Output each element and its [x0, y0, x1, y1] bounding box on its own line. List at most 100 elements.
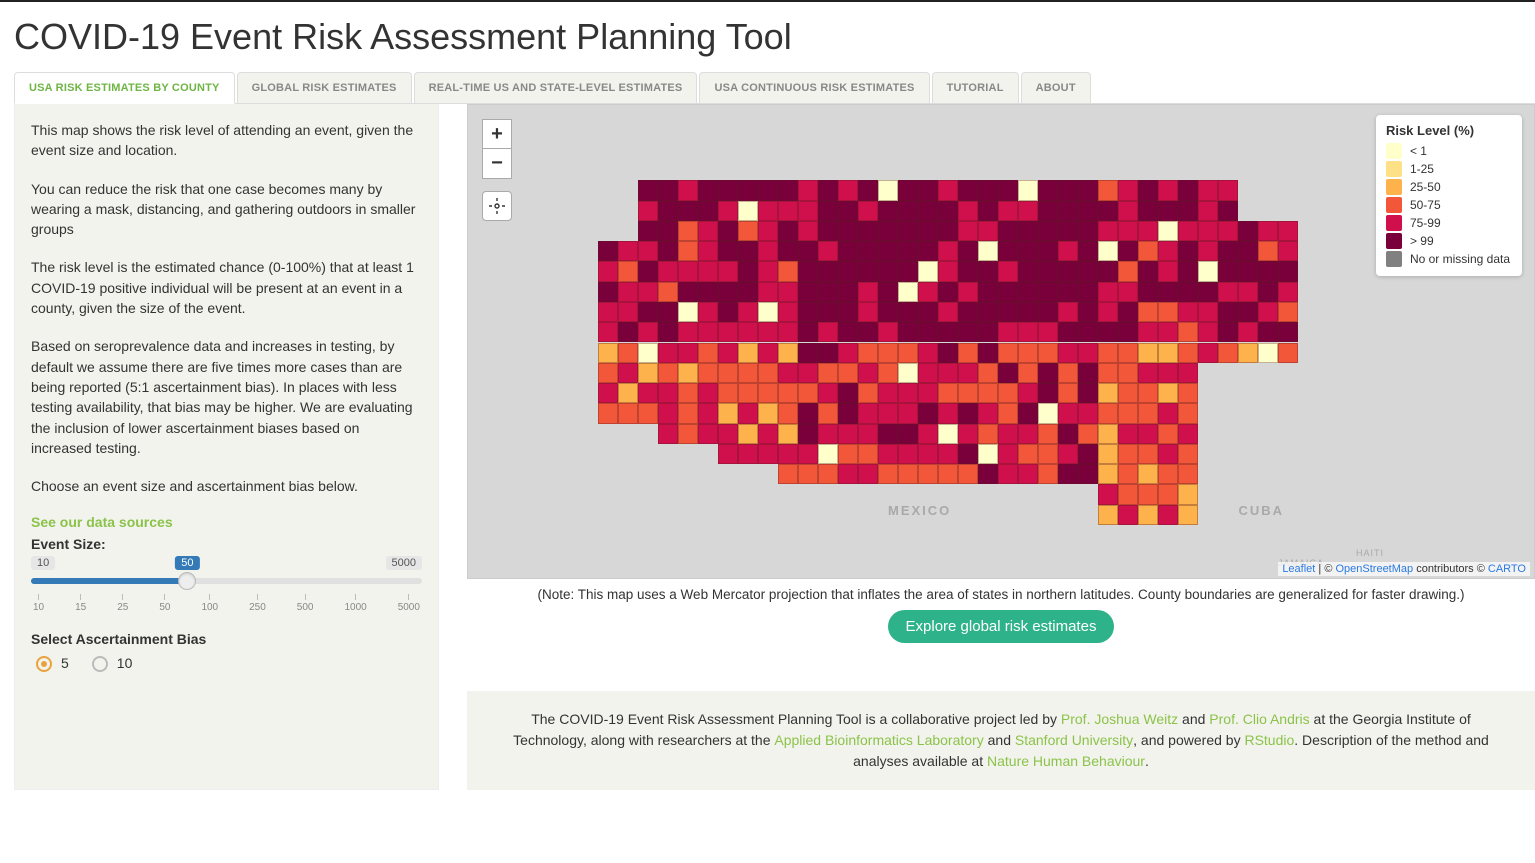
county-cell[interactable]: [978, 282, 998, 302]
county-cell[interactable]: [1218, 221, 1238, 241]
risk-map[interactable]: MEXICO CUBA JAMAICA HAITI + − Risk Level…: [467, 104, 1535, 579]
county-cell[interactable]: [898, 403, 918, 423]
county-cell[interactable]: [1198, 343, 1218, 363]
county-cell[interactable]: [1078, 180, 1098, 200]
county-cell[interactable]: [958, 464, 978, 484]
county-cell[interactable]: [878, 322, 898, 342]
county-cell[interactable]: [1138, 383, 1158, 403]
county-cell[interactable]: [618, 282, 638, 302]
county-cell[interactable]: [978, 343, 998, 363]
county-cell[interactable]: [938, 221, 958, 241]
county-cell[interactable]: [1078, 403, 1098, 423]
county-cell[interactable]: [1038, 180, 1058, 200]
county-cell[interactable]: [1098, 383, 1118, 403]
county-cell[interactable]: [818, 282, 838, 302]
county-cell[interactable]: [958, 261, 978, 281]
county-cell[interactable]: [918, 201, 938, 221]
county-cell[interactable]: [638, 180, 658, 200]
county-cell[interactable]: [1098, 343, 1118, 363]
county-cell[interactable]: [1078, 261, 1098, 281]
county-cell[interactable]: [1058, 201, 1078, 221]
county-cell[interactable]: [858, 424, 878, 444]
county-cell[interactable]: [778, 180, 798, 200]
county-cell[interactable]: [838, 282, 858, 302]
county-cell[interactable]: [1218, 261, 1238, 281]
county-cell[interactable]: [1158, 403, 1178, 423]
county-cell[interactable]: [1058, 261, 1078, 281]
county-cell[interactable]: [1038, 261, 1058, 281]
county-cell[interactable]: [998, 261, 1018, 281]
county-cell[interactable]: [1058, 343, 1078, 363]
county-cell[interactable]: [938, 282, 958, 302]
county-cell[interactable]: [1038, 383, 1058, 403]
county-cell[interactable]: [698, 302, 718, 322]
stanford-link[interactable]: Stanford University: [1015, 732, 1133, 748]
county-cell[interactable]: [1118, 282, 1138, 302]
slider-thumb[interactable]: [178, 572, 196, 590]
county-cell[interactable]: [1078, 464, 1098, 484]
county-cell[interactable]: [738, 383, 758, 403]
county-cell[interactable]: [738, 444, 758, 464]
county-cell[interactable]: [878, 363, 898, 383]
carto-link[interactable]: CARTO: [1488, 563, 1526, 575]
county-cell[interactable]: [1158, 484, 1178, 504]
county-cell[interactable]: [678, 282, 698, 302]
county-cell[interactable]: [938, 201, 958, 221]
county-cell[interactable]: [678, 221, 698, 241]
county-cell[interactable]: [978, 464, 998, 484]
county-cell[interactable]: [878, 424, 898, 444]
county-cell[interactable]: [678, 201, 698, 221]
county-cell[interactable]: [998, 464, 1018, 484]
county-cell[interactable]: [798, 201, 818, 221]
county-cell[interactable]: [1058, 302, 1078, 322]
county-cell[interactable]: [918, 383, 938, 403]
county-cell[interactable]: [858, 444, 878, 464]
county-cell[interactable]: [678, 403, 698, 423]
county-cell[interactable]: [878, 241, 898, 261]
county-cell[interactable]: [778, 261, 798, 281]
county-cell[interactable]: [1158, 322, 1178, 342]
county-cell[interactable]: [778, 383, 798, 403]
county-cell[interactable]: [1078, 221, 1098, 241]
county-cell[interactable]: [658, 322, 678, 342]
county-cell[interactable]: [998, 343, 1018, 363]
county-cell[interactable]: [878, 383, 898, 403]
county-cell[interactable]: [1258, 221, 1278, 241]
county-cell[interactable]: [998, 201, 1018, 221]
county-cell[interactable]: [918, 322, 938, 342]
county-cell[interactable]: [1158, 261, 1178, 281]
county-cell[interactable]: [1058, 241, 1078, 261]
county-cell[interactable]: [958, 282, 978, 302]
county-cell[interactable]: [678, 261, 698, 281]
county-cell[interactable]: [718, 221, 738, 241]
county-cell[interactable]: [758, 343, 778, 363]
county-cell[interactable]: [1098, 363, 1118, 383]
county-cell[interactable]: [1058, 282, 1078, 302]
tab-0[interactable]: USA RISK ESTIMATES BY COUNTY: [14, 72, 235, 104]
county-cell[interactable]: [658, 363, 678, 383]
county-cell[interactable]: [698, 221, 718, 241]
county-cell[interactable]: [858, 383, 878, 403]
county-cell[interactable]: [1138, 201, 1158, 221]
county-cell[interactable]: [818, 322, 838, 342]
county-cell[interactable]: [798, 180, 818, 200]
county-cell[interactable]: [798, 221, 818, 241]
county-cell[interactable]: [1178, 261, 1198, 281]
county-cell[interactable]: [718, 444, 738, 464]
county-cell[interactable]: [638, 302, 658, 322]
county-cell[interactable]: [878, 464, 898, 484]
county-cell[interactable]: [898, 261, 918, 281]
county-cell[interactable]: [1138, 180, 1158, 200]
county-cell[interactable]: [778, 444, 798, 464]
county-cell[interactable]: [838, 343, 858, 363]
county-cell[interactable]: [858, 221, 878, 241]
data-sources-link[interactable]: See our data sources: [31, 514, 173, 530]
county-cell[interactable]: [838, 302, 858, 322]
county-cell[interactable]: [1038, 343, 1058, 363]
county-cell[interactable]: [1098, 464, 1118, 484]
county-cell[interactable]: [1098, 505, 1118, 525]
county-cell[interactable]: [1238, 221, 1258, 241]
county-cell[interactable]: [1118, 424, 1138, 444]
county-cell[interactable]: [1158, 282, 1178, 302]
zoom-out-button[interactable]: −: [482, 149, 512, 179]
